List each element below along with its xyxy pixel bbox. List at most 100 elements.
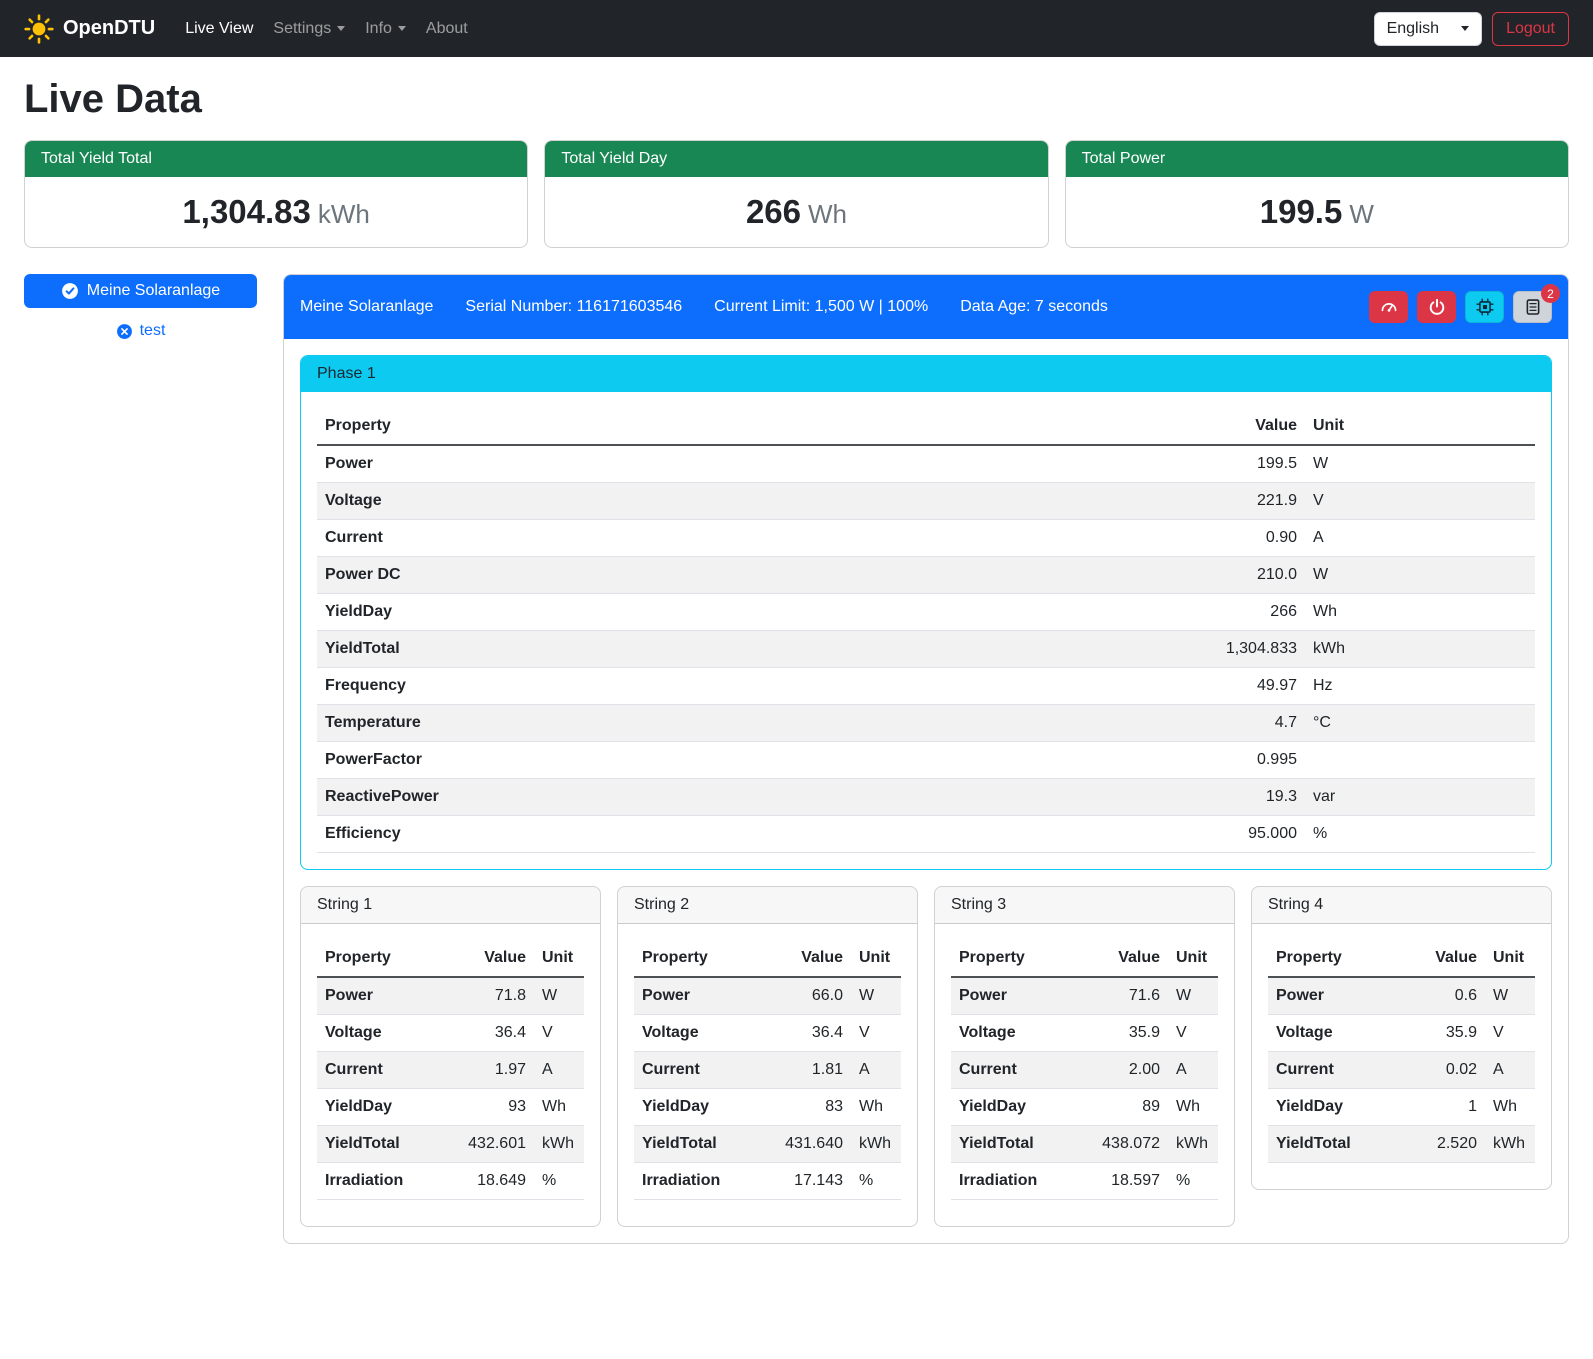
table-row: YieldDay 93 Wh	[317, 1089, 584, 1126]
table-row: Voltage 35.9 V	[1268, 1015, 1535, 1052]
table-header-row: Property Value Unit	[951, 940, 1218, 977]
inverter-data-age: Data Age: 7 seconds	[960, 298, 1108, 316]
language-select[interactable]: English	[1374, 12, 1482, 46]
value-cell: 17.143	[768, 1163, 852, 1200]
table-row: YieldDay 266 Wh	[317, 594, 1535, 631]
property-cell: Power DC	[317, 557, 1170, 594]
nav-about[interactable]: About	[416, 12, 478, 46]
value-cell: 18.649	[451, 1163, 535, 1200]
table-row: Temperature 4.7 °C	[317, 705, 1535, 742]
chevron-down-icon	[398, 26, 406, 31]
event-log-button[interactable]: 2	[1513, 291, 1552, 323]
nav-info[interactable]: Info	[355, 12, 416, 46]
unit-cell: Wh	[534, 1089, 584, 1126]
value-cell: 49.97	[1170, 668, 1305, 705]
property-cell: Voltage	[1268, 1015, 1402, 1052]
value-cell: 83	[768, 1089, 852, 1126]
nav-settings[interactable]: Settings	[263, 12, 355, 46]
table-row: Current 0.02 A	[1268, 1052, 1535, 1089]
inverter-select-meine-solaranlage[interactable]: Meine Solaranlage	[24, 274, 257, 308]
column-header-value: Value	[1085, 940, 1169, 977]
unit-cell: %	[851, 1163, 901, 1200]
card-unit: W	[1349, 199, 1374, 229]
unit-cell: Wh	[1485, 1089, 1535, 1126]
unit-cell: A	[1168, 1052, 1218, 1089]
check-circle-icon	[61, 282, 79, 300]
unit-cell: A	[1485, 1052, 1535, 1089]
card-unit: kWh	[318, 199, 370, 229]
property-cell: YieldTotal	[317, 631, 1170, 668]
column-header-unit: Unit	[1485, 940, 1535, 977]
event-count-badge: 2	[1541, 284, 1560, 303]
property-cell: Power	[951, 977, 1085, 1015]
unit-cell: A	[851, 1052, 901, 1089]
table-row: ReactivePower 19.3 var	[317, 779, 1535, 816]
language-select-value: English	[1387, 20, 1439, 38]
unit-cell: %	[1305, 816, 1535, 853]
logout-button[interactable]: Logout	[1492, 12, 1569, 46]
value-cell: 93	[451, 1089, 535, 1126]
brand-logo[interactable]: OpenDTU	[24, 14, 155, 44]
phase-title: Phase 1	[301, 356, 1551, 392]
unit-cell: V	[534, 1015, 584, 1052]
unit-cell: V	[851, 1015, 901, 1052]
inverter-select-test[interactable]: test	[24, 322, 257, 340]
limit-settings-button[interactable]	[1369, 291, 1408, 323]
phase-body: Property Value Unit Power	[301, 392, 1551, 869]
column-header-value: Value	[1170, 408, 1305, 445]
card-value: 199.5	[1260, 193, 1343, 230]
inverter-limit: Current Limit: 1,500 W | 100%	[714, 298, 928, 316]
string-body: Property Value Unit Power	[301, 924, 600, 1226]
inverter-card-body: Phase 1 Property Value Unit	[284, 339, 1568, 1243]
property-cell: Efficiency	[317, 816, 1170, 853]
table-header-row: Property Value Unit	[317, 940, 584, 977]
inverter-action-buttons: 2	[1369, 291, 1552, 323]
table-row: Voltage 36.4 V	[634, 1015, 901, 1052]
table-row: Voltage 35.9 V	[951, 1015, 1218, 1052]
property-cell: Power	[634, 977, 768, 1015]
value-cell: 2.00	[1085, 1052, 1169, 1089]
unit-cell: kWh	[851, 1126, 901, 1163]
property-cell: YieldTotal	[317, 1126, 451, 1163]
column-header-unit: Unit	[851, 940, 901, 977]
string-card-3: String 3 Property Value Unit	[934, 886, 1235, 1227]
table-row: Irradiation 18.649 %	[317, 1163, 584, 1200]
unit-cell: kWh	[1305, 631, 1535, 668]
value-cell: 438.072	[1085, 1126, 1169, 1163]
column-header-unit: Unit	[1168, 940, 1218, 977]
card-title: Total Power	[1066, 141, 1568, 177]
unit-cell: °C	[1305, 705, 1535, 742]
value-cell: 266	[1170, 594, 1305, 631]
device-info-button[interactable]	[1465, 291, 1504, 323]
string-title: String 4	[1252, 887, 1551, 924]
table-row: Current 1.81 A	[634, 1052, 901, 1089]
strings-row: String 1 Property Value Unit	[300, 886, 1552, 1227]
value-cell: 36.4	[768, 1015, 852, 1052]
value-cell: 66.0	[768, 977, 852, 1015]
property-cell: Voltage	[634, 1015, 768, 1052]
card-value: 266	[746, 193, 801, 230]
power-settings-button[interactable]	[1417, 291, 1456, 323]
unit-cell: V	[1168, 1015, 1218, 1052]
column-header-property: Property	[317, 408, 1170, 445]
unit-cell: %	[534, 1163, 584, 1200]
property-cell: Power	[317, 445, 1170, 483]
unit-cell: W	[1485, 977, 1535, 1015]
nav-links: Live View Settings Info About	[175, 12, 478, 46]
property-cell: YieldDay	[317, 594, 1170, 631]
unit-cell: A	[1305, 520, 1535, 557]
value-cell: 0.995	[1170, 742, 1305, 779]
string-table: Property Value Unit Power	[951, 940, 1218, 1200]
table-row: Irradiation 17.143 %	[634, 1163, 901, 1200]
table-row: Power DC 210.0 W	[317, 557, 1535, 594]
nav-live-view[interactable]: Live View	[175, 12, 263, 46]
property-cell: Frequency	[317, 668, 1170, 705]
power-icon	[1428, 298, 1446, 316]
unit-cell: Wh	[1305, 594, 1535, 631]
content-row: Meine Solaranlage test Meine Solaranlage…	[24, 274, 1569, 1244]
property-cell: Irradiation	[951, 1163, 1085, 1200]
table-row: PowerFactor 0.995	[317, 742, 1535, 779]
speedometer-icon	[1380, 298, 1398, 316]
navbar: OpenDTU Live View Settings Info About En…	[0, 0, 1593, 57]
string-table: Property Value Unit Power	[634, 940, 901, 1200]
